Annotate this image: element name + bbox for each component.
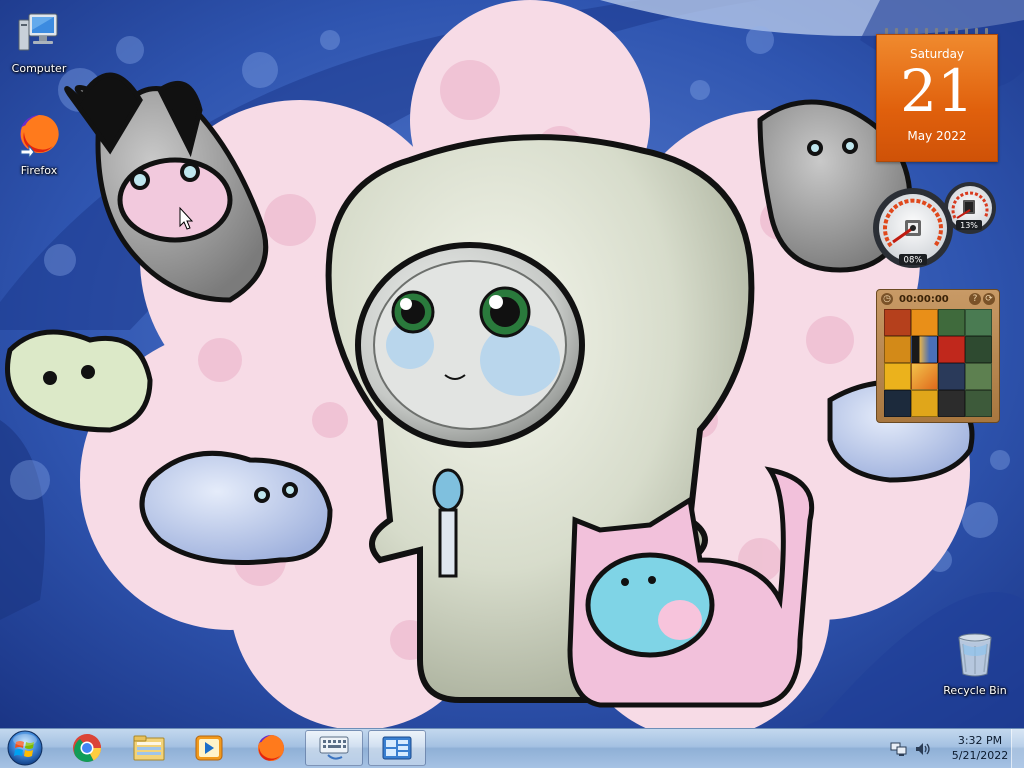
puzzle-board[interactable] [884,309,992,417]
puzzle-toolbar: ◷ 00:00:00 ? ⟳ [881,293,995,307]
puzzle-tile[interactable] [884,390,911,417]
puzzle-timer: 00:00:00 [899,294,949,305]
puzzle-tile[interactable] [965,336,992,363]
puzzle-tile[interactable] [965,390,992,417]
notification-area: 3:32 PM 5/21/2022 [880,729,1024,769]
taskbar-file-explorer[interactable] [120,730,178,766]
desktop[interactable]: Computer Firefox Recycle Bin Saturday 21… [0,0,1024,728]
desktop-icon-firefox[interactable]: Firefox [1,110,77,177]
calendar-day: 21 [900,57,974,125]
show-desktop-button[interactable] [1011,729,1024,768]
start-button[interactable] [3,729,47,767]
taskbar-media-player[interactable] [180,730,238,766]
desktop-icon-recycle-bin[interactable]: Recycle Bin [937,630,1013,697]
puzzle-tile[interactable] [911,336,938,363]
puzzle-tile[interactable] [938,336,965,363]
cpu-meter-dials: 13% 08% [873,182,996,268]
keyboard-icon [319,736,349,760]
puzzle-shuffle-button[interactable]: ⟳ [983,293,995,305]
taskbar: 3:32 PM 5/21/2022 [0,728,1024,768]
wallpaper [0,0,1024,728]
puzzle-help-button[interactable]: ? [969,293,981,305]
puzzle-tile[interactable] [884,363,911,390]
cpu-meter-gadget[interactable]: 13% 08% [873,180,999,272]
firefox-icon [258,735,284,761]
file-explorer-icon [133,735,165,761]
memory-readout: 13% [960,221,978,230]
chrome-icon [73,734,101,762]
puzzle-tile[interactable] [938,390,965,417]
computer-icon [18,13,58,51]
taskbar-on-screen-keyboard[interactable] [305,730,363,766]
windows-start-orb-icon [7,730,43,766]
puzzle-tile[interactable] [938,309,965,336]
cpu-readout: 08% [904,256,923,266]
puzzle-tile[interactable] [911,309,938,336]
puzzle-tile[interactable] [884,309,911,336]
desktop-icon-label: Computer [11,62,67,75]
calendar-gadget[interactable]: Saturday 21 May 2022 [875,28,999,162]
taskbar-firefox[interactable] [242,730,300,766]
network-icon[interactable] [890,741,908,757]
taskbar-desktop-gadgets[interactable] [368,730,426,766]
calendar-page: Saturday 21 May 2022 [876,34,998,162]
taskbar-clock[interactable]: 3:32 PM 5/21/2022 [942,733,1018,763]
clock-date: 5/21/2022 [951,749,1009,762]
windows-media-player-icon [195,735,223,761]
puzzle-tile[interactable] [965,363,992,390]
speaker-icon[interactable] [914,741,932,757]
clock-time: 3:32 PM [957,734,1003,747]
puzzle-tile[interactable] [911,390,938,417]
puzzle-timer-icon: ◷ [881,293,893,305]
firefox-icon [20,114,59,160]
puzzle-tile[interactable] [965,309,992,336]
desktop-icon-label: Recycle Bin [943,684,1007,697]
desktop-icon-label: Firefox [20,164,58,177]
desktop-gadgets-icon [382,736,412,760]
picture-puzzle-gadget[interactable]: ◷ 00:00:00 ? ⟳ [876,289,1000,423]
taskbar-chrome[interactable] [58,730,116,766]
calendar-month-year: May 2022 [907,129,967,143]
puzzle-tile[interactable] [938,363,965,390]
puzzle-tile[interactable] [911,363,938,390]
desktop-icon-computer[interactable]: Computer [1,8,77,75]
recycle-bin-icon [958,633,992,677]
puzzle-tile[interactable] [884,336,911,363]
